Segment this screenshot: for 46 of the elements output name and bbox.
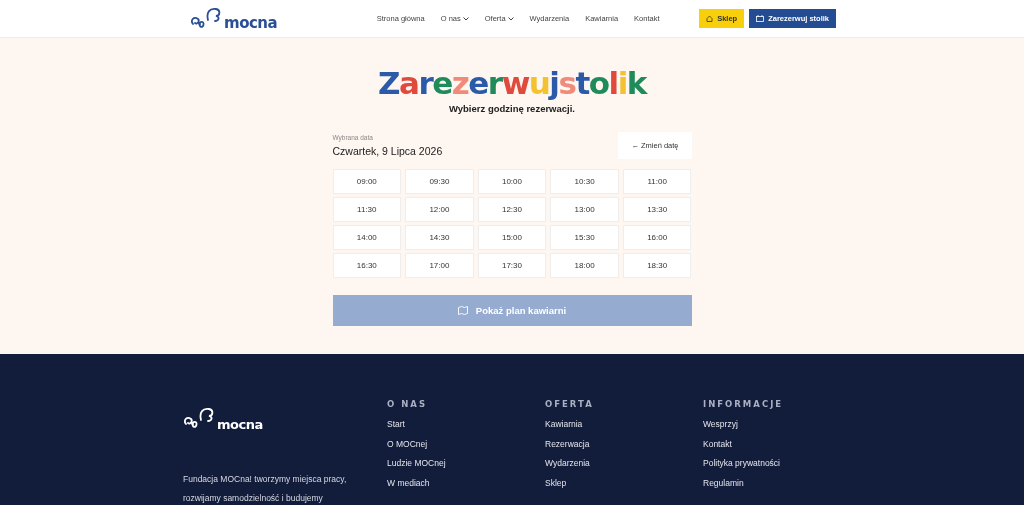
footer-link[interactable]: Polityka prywatności [703,458,861,468]
footer-link[interactable]: O MOCnej [387,438,545,449]
time-slot[interactable]: 09:00 [332,169,402,194]
time-slot[interactable]: 15:00 [477,225,547,250]
footer-heading: INFORMACJE [703,399,785,409]
footer-link[interactable]: Ludzie MOCnej [387,458,545,468]
footer-link[interactable]: Kawiarnia [545,419,703,429]
time-slot[interactable]: 12:30 [477,197,547,222]
time-slot[interactable]: 14:30 [405,225,474,250]
time-slot[interactable]: 10:00 [477,169,547,194]
footer-link[interactable]: W mediach [387,477,545,488]
page-title: Zarezerwujstolik [378,68,646,99]
time-slot[interactable]: 17:30 [477,253,547,278]
time-slot[interactable]: 13:00 [550,197,619,222]
logo-wordmark[interactable]: mocna [217,417,263,432]
footer-link[interactable]: Rezerwacja [545,438,703,449]
logo-wordmark[interactable]: mocna [224,13,278,32]
footer-link[interactable]: Kontakt [703,438,861,449]
time-slot[interactable]: 11:00 [622,169,692,194]
foundation-description: Fundacja MOCna! tworzymy miejsca pracy, rozwijamy samodzielność i budujemy [183,473,348,505]
time-slot[interactable]: 13:30 [622,197,692,222]
map-icon [457,306,468,315]
footer-link[interactable]: Sklep [545,477,703,488]
footer-heading: OFERTA [545,399,595,409]
time-slot[interactable]: 12:00 [405,197,474,222]
footer-link[interactable]: Start [387,419,545,429]
time-slot[interactable]: 15:30 [550,225,619,250]
house-icon [706,15,714,22]
time-slot[interactable]: 09:30 [405,169,474,194]
chevron-down-icon [462,16,469,21]
footer-link[interactable]: Regulamin [703,477,861,488]
footer-link[interactable]: Wesprzyj [703,419,861,429]
time-slot[interactable]: 17:00 [405,253,474,278]
time-slot[interactable]: 10:30 [550,169,619,194]
date-value: Czwartek, 9 Lipca 2026 [332,145,443,157]
time-slot[interactable]: 18:30 [622,253,692,278]
time-slot[interactable]: 11:30 [332,197,402,222]
footer-heading: O NAS [387,399,428,409]
footer-link[interactable]: Wydarzenia [545,458,703,468]
time-slot[interactable]: 18:00 [550,253,619,278]
chevron-down-icon [507,16,514,21]
time-slot[interactable]: 16:30 [332,253,402,278]
calendar-icon [756,15,765,22]
time-slot[interactable]: 14:00 [332,225,402,250]
time-slot[interactable]: 16:00 [622,225,692,250]
subtitle: Wybierz godzinę rezerwacji. [449,103,575,114]
